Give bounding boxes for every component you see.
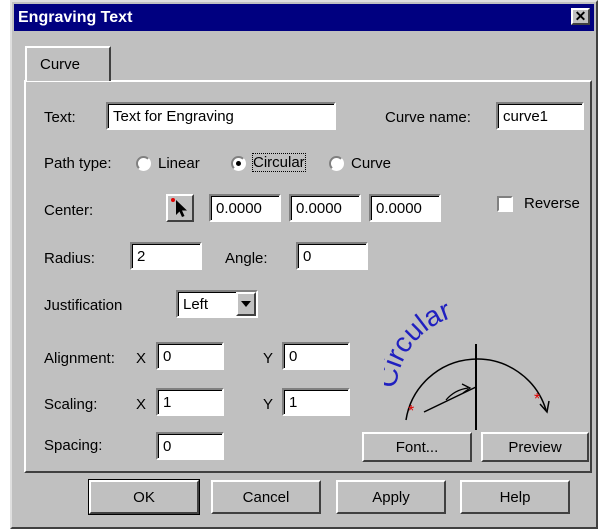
reverse-label: Reverse bbox=[524, 195, 580, 212]
apply-button[interactable]: Apply bbox=[336, 480, 446, 514]
pick-center-button[interactable] bbox=[166, 194, 194, 222]
ok-button[interactable]: OK bbox=[88, 479, 200, 515]
radius-label: Radius: bbox=[44, 250, 95, 267]
center-z-input[interactable]: 0.0000 bbox=[369, 194, 441, 222]
cancel-button-label: Cancel bbox=[242, 489, 290, 506]
svg-text:*: * bbox=[534, 391, 540, 408]
window-title: Engraving Text bbox=[18, 9, 133, 26]
curve-name-label: Curve name: bbox=[385, 109, 471, 126]
angle-label: Angle: bbox=[225, 250, 268, 267]
spacing-label: Spacing: bbox=[44, 437, 103, 454]
scaling-label: Scaling: bbox=[44, 396, 98, 413]
arrow-cursor-icon bbox=[171, 198, 187, 217]
font-button-label: Font... bbox=[395, 439, 439, 456]
text-label: Text: bbox=[44, 109, 76, 126]
radio-linear-label: Linear bbox=[158, 155, 200, 172]
curve-name-input[interactable]: curve1 bbox=[496, 102, 584, 130]
center-x-input[interactable]: 0.0000 bbox=[209, 194, 281, 222]
radius-input[interactable]: 2 bbox=[130, 242, 202, 270]
radio-curve-label: Curve bbox=[351, 155, 392, 172]
text-input[interactable]: Text for Engraving bbox=[106, 102, 336, 130]
alignment-label: Alignment: bbox=[44, 350, 115, 367]
close-button[interactable]: ✕ bbox=[571, 8, 590, 25]
justification-value: Left bbox=[183, 296, 209, 313]
alignment-y-input[interactable]: 0 bbox=[282, 342, 350, 370]
circular-path-preview-art: Circular * * bbox=[384, 302, 550, 430]
scaling-x-input[interactable]: 1 bbox=[156, 388, 224, 416]
radio-curve[interactable] bbox=[329, 156, 344, 171]
close-icon: ✕ bbox=[574, 8, 587, 24]
engraving-text-dialog: Engraving Text ✕ Curve Text: Text for En… bbox=[10, 0, 598, 529]
alignment-x-input[interactable]: 0 bbox=[156, 342, 224, 370]
alignment-x-label: X bbox=[136, 350, 147, 367]
angle-input[interactable]: 0 bbox=[296, 242, 368, 270]
radio-circular-label: Circular bbox=[252, 153, 306, 172]
scaling-x-label: X bbox=[136, 396, 147, 413]
cancel-button[interactable]: Cancel bbox=[211, 480, 321, 514]
chevron-down-icon bbox=[241, 301, 251, 307]
preview-art-text: Circular bbox=[384, 302, 454, 390]
help-button[interactable]: Help bbox=[460, 480, 570, 514]
justification-select[interactable]: Left bbox=[176, 290, 258, 318]
help-button-label: Help bbox=[499, 489, 531, 506]
svg-text:*: * bbox=[408, 403, 414, 420]
path-type-label: Path type: bbox=[44, 155, 112, 172]
reverse-checkbox[interactable] bbox=[497, 196, 513, 212]
font-button[interactable]: Font... bbox=[362, 432, 472, 462]
justification-label: Justification bbox=[44, 297, 123, 314]
apply-button-label: Apply bbox=[372, 489, 410, 506]
ok-button-label: OK bbox=[133, 489, 155, 506]
curve-tab-panel: Text: Text for Engraving Curve name: cur… bbox=[24, 80, 592, 473]
title-bar: Engraving Text ✕ bbox=[14, 4, 594, 31]
center-y-input[interactable]: 0.0000 bbox=[289, 194, 361, 222]
scaling-y-input[interactable]: 1 bbox=[282, 388, 350, 416]
justification-dropdown-button[interactable] bbox=[236, 292, 256, 316]
alignment-y-label: Y bbox=[263, 350, 274, 367]
center-label: Center: bbox=[44, 202, 94, 219]
radio-linear[interactable] bbox=[136, 156, 151, 171]
radio-circular[interactable] bbox=[231, 156, 246, 171]
tab-curve[interactable]: Curve bbox=[25, 46, 111, 81]
preview-button-label: Preview bbox=[508, 439, 562, 456]
preview-button[interactable]: Preview bbox=[481, 432, 589, 462]
scaling-y-label: Y bbox=[263, 396, 274, 413]
svg-text:Circular: Circular bbox=[384, 302, 454, 390]
tab-curve-label: Curve bbox=[40, 56, 81, 73]
spacing-input[interactable]: 0 bbox=[156, 432, 224, 460]
